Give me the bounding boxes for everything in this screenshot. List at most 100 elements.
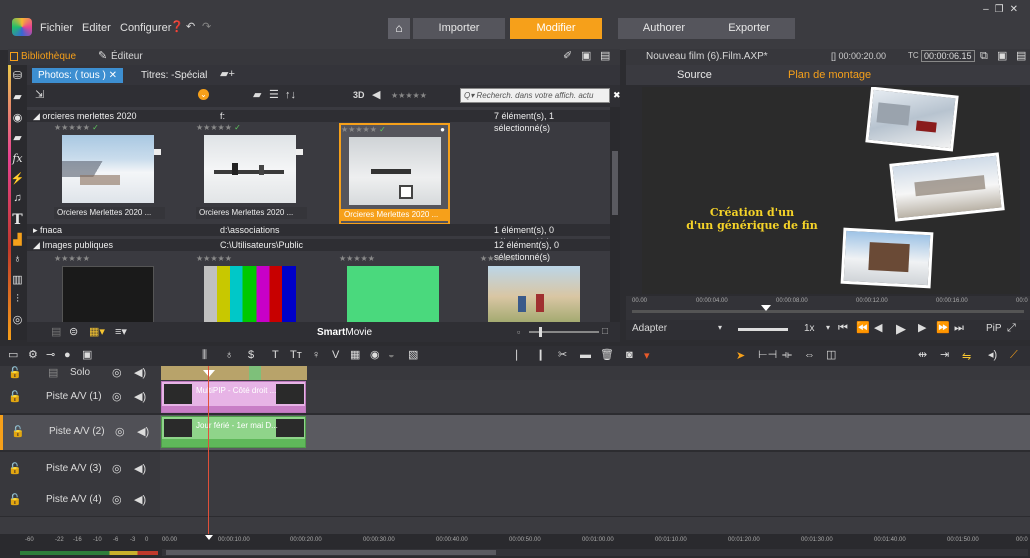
track-av4[interactable]: 🔓 Piste A/V (4) ◎ ◀) bbox=[0, 483, 1030, 517]
empty-track-area[interactable] bbox=[0, 517, 1030, 534]
edit-button[interactable]: Modifier bbox=[510, 18, 602, 39]
pip-button[interactable]: PiP bbox=[986, 323, 1002, 334]
disc-icon[interactable]: ◎ bbox=[8, 313, 27, 326]
media-icon[interactable]: ◉ bbox=[8, 111, 27, 124]
tab-source[interactable]: Source bbox=[677, 69, 712, 81]
scrollbar-thumb[interactable] bbox=[612, 151, 618, 215]
rating-stars[interactable]: ★★★★★ bbox=[196, 254, 307, 263]
timeline-clip-1[interactable]: MultiPIP - Côté droit ... bbox=[161, 381, 306, 413]
step-back-icon[interactable]: ◀ bbox=[874, 323, 882, 334]
marker-chevron-icon[interactable]: ▾ bbox=[644, 349, 650, 362]
go-start-icon[interactable]: ⏮ bbox=[838, 323, 848, 334]
marker-out-icon[interactable]: ❙ bbox=[536, 350, 545, 361]
large-thumb-icon[interactable]: □ bbox=[602, 326, 608, 337]
speaker-icon[interactable]: ◀) bbox=[134, 464, 146, 475]
timeline-scrollbar-thumb[interactable] bbox=[166, 550, 496, 555]
step-forward-icon[interactable]: ▶ bbox=[918, 323, 926, 334]
next-frame-icon[interactable]: ⏩ bbox=[936, 323, 950, 334]
group-header-public[interactable]: ◢ Images publiques C:\Utilisateurs\Publi… bbox=[27, 239, 610, 262]
ripple-icon[interactable]: ⇥ bbox=[940, 350, 949, 361]
help-icon[interactable]: ❓ bbox=[170, 22, 184, 33]
rating-stars[interactable]: ★★★★★ ✓ bbox=[196, 123, 307, 132]
titles-icon[interactable]: T bbox=[8, 212, 27, 228]
shuttle-slider[interactable] bbox=[738, 328, 788, 331]
tab-library[interactable]: Bibliothèque bbox=[21, 51, 76, 62]
tag-icon[interactable]: ◀ bbox=[372, 90, 380, 101]
export-button[interactable]: Exporter bbox=[703, 18, 795, 39]
audio-fx-icon[interactable]: ♁ bbox=[8, 253, 27, 265]
lock-icon[interactable]: 🔓 bbox=[8, 392, 22, 403]
visibility-icon[interactable]: ◎ bbox=[112, 392, 122, 403]
slip-icon[interactable]: ⟛ bbox=[782, 350, 792, 361]
visibility-icon[interactable]: ◎ bbox=[112, 464, 122, 475]
wave-icon[interactable]: ⟋ bbox=[1010, 349, 1018, 362]
import-button[interactable]: Importer bbox=[413, 18, 505, 39]
razor-icon[interactable]: ▬ bbox=[580, 350, 591, 361]
playhead-marker[interactable] bbox=[761, 305, 771, 311]
media-thumbnail[interactable]: ★★★★★ bbox=[196, 254, 307, 322]
media-thumbnail[interactable]: ★★★★★ ✓ Orcieres Merlettes 2020 ... bbox=[196, 123, 307, 223]
track-panel-icon[interactable]: ▭ bbox=[8, 350, 18, 361]
clear-search-icon[interactable]: ✖ bbox=[613, 90, 621, 101]
cut-icon[interactable]: $ bbox=[248, 350, 254, 361]
window-controls[interactable]: –❐✕ bbox=[983, 4, 1024, 15]
title-icon[interactable]: T bbox=[272, 350, 279, 361]
filter-chevron-icon[interactable]: ⌄ bbox=[198, 89, 209, 100]
track-av1[interactable]: 🔓 Piste A/V (1) ◎ ◀) MultiPIP - Côté dro… bbox=[0, 380, 1030, 414]
music-gen-icon[interactable]: ♁ bbox=[225, 350, 233, 361]
solo-label[interactable]: Solo bbox=[70, 367, 90, 378]
media-thumbnail[interactable]: ★★★★★ bbox=[339, 254, 450, 322]
fit-dropdown[interactable]: Adapter bbox=[632, 323, 667, 334]
lock-icon[interactable]: 🔓 bbox=[8, 495, 22, 506]
folder-view-icon[interactable]: ▰ bbox=[253, 90, 261, 101]
preview-player[interactable]: Création d'un d'un générique de fin bbox=[642, 87, 1020, 294]
grid-view-icon[interactable]: ▦▾ bbox=[89, 327, 105, 338]
library-scrollbar[interactable] bbox=[610, 107, 620, 322]
slide-icon[interactable]: ⇔ bbox=[804, 350, 815, 361]
preview-scrubber[interactable] bbox=[632, 310, 1024, 313]
folder-icon[interactable]: ▰ bbox=[8, 131, 27, 144]
effects-icon[interactable]: ◉ bbox=[370, 350, 380, 361]
subtitle-icon[interactable]: Tт bbox=[290, 350, 302, 361]
rating-stars[interactable]: ★★★★★ ✓ ● bbox=[341, 125, 448, 134]
playback-speed[interactable]: 1x bbox=[804, 323, 815, 334]
speed-chevron-icon[interactable]: ▾ bbox=[826, 324, 830, 332]
timecode-value[interactable]: 00:00:06.15 bbox=[921, 50, 975, 62]
pointer-icon[interactable]: ➤ bbox=[736, 349, 745, 362]
rating-stars[interactable]: ★★★★★ bbox=[339, 254, 450, 263]
delete-icon[interactable]: 🗑 bbox=[600, 350, 614, 361]
track-av3[interactable]: 🔓 Piste A/V (3) ◎ ◀) bbox=[0, 452, 1030, 486]
record-icon[interactable]: ● bbox=[64, 350, 71, 361]
speaker-icon[interactable]: ◀) bbox=[137, 427, 149, 438]
search-input[interactable]: Q▾ Recherch. dans votre affich. actu bbox=[460, 88, 610, 103]
media-thumbnail[interactable]: ★★★★★ bbox=[480, 254, 591, 322]
timeline-range-bar[interactable] bbox=[161, 366, 307, 380]
storyboard-icon[interactable]: ▣ bbox=[82, 350, 92, 361]
speaker-icon[interactable]: ◀) bbox=[134, 368, 146, 379]
settings-icon[interactable]: ⚙ bbox=[28, 350, 38, 361]
rating-stars[interactable]: ★★★★★ bbox=[54, 254, 165, 263]
fit-chevron-icon[interactable]: ▾ bbox=[718, 324, 722, 332]
menu-fichier[interactable]: Fichier bbox=[40, 22, 73, 34]
visibility-icon[interactable]: ◎ bbox=[112, 495, 122, 506]
layout-icon[interactable]: ▣ bbox=[997, 51, 1007, 62]
collections-icon[interactable]: ⛁ bbox=[8, 69, 27, 82]
fullscreen-icon[interactable]: ⧉ bbox=[980, 51, 988, 62]
camera-icon[interactable]: ◙ bbox=[626, 350, 633, 361]
zoom-slider[interactable] bbox=[529, 327, 599, 337]
filter-icon[interactable]: ⊜ bbox=[69, 327, 78, 338]
sort-icon[interactable]: ↑↓ bbox=[285, 90, 296, 101]
visibility-icon[interactable]: ◎ bbox=[115, 427, 125, 438]
add-tab-icon[interactable]: ▰+ bbox=[220, 69, 235, 80]
media-thumbnail[interactable]: ★★★★★ ✓ Orcieres Merlettes 2020 ... bbox=[54, 123, 165, 223]
go-end-icon[interactable]: ⏭ bbox=[954, 323, 964, 334]
layout-icon[interactable]: ▣ bbox=[581, 51, 591, 62]
speaker-icon[interactable]: ◀) bbox=[134, 495, 146, 506]
tab-titles[interactable]: Titres: -Spécial bbox=[135, 68, 213, 83]
lock-icon[interactable]: 🔓 bbox=[8, 464, 22, 475]
track-name[interactable]: Piste A/V (3) bbox=[46, 452, 102, 486]
voiceover-icon[interactable]: ♀ bbox=[312, 350, 320, 361]
play-icon[interactable]: ▶ bbox=[896, 322, 906, 335]
expand-icon[interactable]: ⤢ bbox=[1007, 323, 1016, 334]
photos-icon[interactable]: ▰ bbox=[8, 90, 27, 103]
